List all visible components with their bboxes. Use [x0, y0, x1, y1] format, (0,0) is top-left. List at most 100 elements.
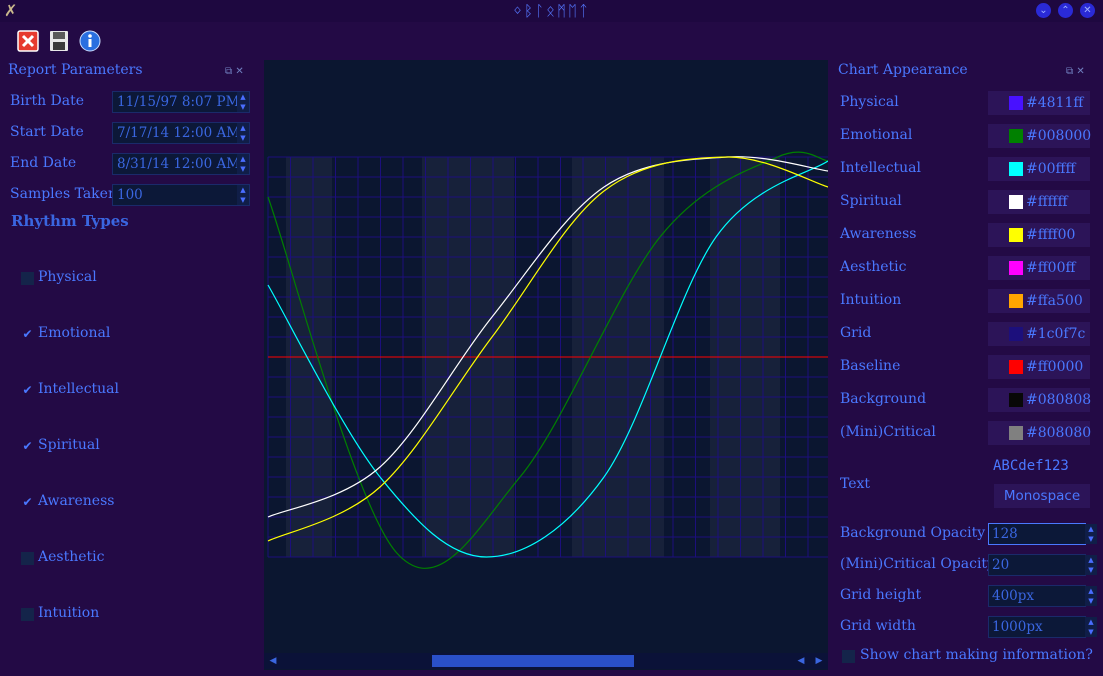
spin-arrows-icon[interactable]: ▲ ▼ — [237, 154, 249, 174]
end-date-value: 8/31/14 12:00 AM — [117, 156, 241, 172]
setting-spinbox[interactable]: 20 ▲ ▼ — [988, 554, 1097, 576]
dock-buttons[interactable]: ⧉ ✕ — [225, 66, 244, 77]
color-picker-button[interactable]: #1c0f7c — [988, 322, 1090, 346]
color-hex-value: #ffa500 — [1026, 293, 1083, 309]
setting-spinbox[interactable]: 400px ▲ ▼ — [988, 585, 1097, 607]
color-hex-value: #00ffff — [1026, 161, 1076, 177]
color-swatch — [1009, 360, 1023, 374]
text-sample: ABCdef123 — [993, 458, 1069, 474]
spin-arrows-icon[interactable]: ▲ ▼ — [237, 123, 249, 143]
close-window-button[interactable]: ✕ — [1080, 3, 1095, 18]
rhythm-label: Awareness — [38, 493, 115, 509]
color-picker-button[interactable]: #ffa500 — [988, 289, 1090, 313]
end-date-input[interactable]: 8/31/14 12:00 AM ▲ ▼ — [112, 153, 250, 175]
save-icon[interactable] — [48, 30, 70, 52]
color-picker-button[interactable]: #080808 — [988, 388, 1092, 412]
dock-buttons[interactable]: ⧉ ✕ — [1066, 66, 1085, 77]
biorhythm-chart[interactable] — [264, 60, 828, 670]
start-date-input[interactable]: 7/17/14 12:00 AM ▲ ▼ — [112, 122, 250, 144]
spin-arrows-icon[interactable]: ▲ ▼ — [1085, 555, 1097, 575]
start-date-label: Start Date — [10, 124, 84, 140]
color-label: Background — [840, 391, 927, 407]
setting-value: 128 — [992, 526, 1018, 542]
rhythm-types-heading: Rhythm Types — [11, 212, 129, 230]
scroll-right-icon[interactable]: ▶ — [812, 653, 826, 669]
setting-label: Grid width — [840, 618, 916, 634]
color-hex-value: #ff0000 — [1026, 359, 1084, 375]
close-red-icon[interactable] — [17, 30, 39, 52]
show-info-label: Show chart making information? — [860, 647, 1093, 663]
maximize-button[interactable]: ⌃ — [1058, 3, 1073, 18]
setting-spinbox[interactable]: 128 ▲ ▼ — [988, 523, 1097, 545]
spin-arrows-icon[interactable]: ▲ ▼ — [1085, 617, 1097, 637]
color-picker-button[interactable]: #ff0000 — [988, 355, 1090, 379]
window-title: ᛜᛒᛚᛟᛗᛖᛏ — [512, 2, 590, 20]
chart-canvas — [267, 151, 828, 569]
color-picker-button[interactable]: #808080 — [988, 421, 1092, 445]
setting-label: Background Opacity — [840, 525, 986, 541]
samples-taken-input[interactable]: 100 ▲ ▼ — [112, 184, 250, 206]
birth-date-label: Birth Date — [10, 93, 85, 109]
setting-value: 20 — [992, 557, 1010, 573]
color-label: Intuition — [840, 292, 902, 308]
scroll-left-icon[interactable]: ◀ — [266, 653, 280, 669]
rhythm-label: Intuition — [38, 605, 100, 621]
report-parameters-panel: Report Parameters ⧉ ✕ Birth Date 11/15/9… — [3, 60, 259, 676]
checkmark-icon[interactable]: ✔ — [21, 384, 34, 397]
color-hex-value: #ff00ff — [1026, 260, 1076, 276]
checkbox[interactable] — [21, 552, 34, 565]
color-picker-button[interactable]: #ffff00 — [988, 223, 1090, 247]
title-bar: ✗ ᛜᛒᛚᛟᛗᛖᛏ ⌄ ⌃ ✕ — [0, 0, 1103, 22]
birth-date-value: 11/15/97 8:07 PM — [117, 94, 240, 110]
setting-spinbox[interactable]: 1000px ▲ ▼ — [988, 616, 1097, 638]
setting-value: 1000px — [992, 619, 1043, 635]
color-hex-value: #080808 — [1026, 392, 1092, 408]
color-hex-value: #808080 — [1026, 425, 1092, 441]
checkmark-icon[interactable]: ✔ — [21, 440, 34, 453]
color-hex-value: #1c0f7c — [1026, 326, 1086, 342]
color-hex-value: #008000 — [1026, 128, 1092, 144]
color-swatch — [1009, 129, 1023, 143]
birth-date-input[interactable]: 11/15/97 8:07 PM ▲ ▼ — [112, 91, 250, 113]
color-label: Intellectual — [840, 160, 922, 176]
checkbox[interactable] — [21, 608, 34, 621]
color-picker-button[interactable]: #008000 — [988, 124, 1092, 148]
color-swatch — [1009, 228, 1023, 242]
checkbox[interactable] — [21, 272, 34, 285]
scroll-left-icon[interactable]: ◀ — [794, 653, 808, 669]
color-hex-value: #4811ff — [1026, 95, 1084, 111]
color-hex-value: #ffffff — [1026, 194, 1068, 210]
color-hex-value: #ffff00 — [1026, 227, 1076, 243]
horizontal-scrollbar[interactable]: ◀ ◀ ▶ — [264, 653, 828, 669]
color-picker-button[interactable]: #ffffff — [988, 190, 1090, 214]
rhythm-label: Physical — [38, 269, 97, 285]
setting-label: (Mini)Critical Opacity — [840, 556, 995, 572]
spin-arrows-icon[interactable]: ▲ ▼ — [237, 92, 249, 112]
rhythm-label: Emotional — [38, 325, 111, 341]
rhythm-label: Aesthetic — [38, 549, 105, 565]
checkmark-icon[interactable]: ✔ — [21, 496, 34, 509]
color-picker-button[interactable]: #4811ff — [988, 91, 1090, 115]
color-label: Aesthetic — [840, 259, 907, 275]
color-swatch — [1009, 426, 1023, 440]
end-date-label: End Date — [10, 155, 77, 171]
spin-arrows-icon[interactable]: ▲ ▼ — [1085, 586, 1097, 606]
color-label: (Mini)Critical — [840, 424, 936, 440]
spin-arrows-icon[interactable]: ▲ ▼ — [1085, 524, 1097, 544]
info-icon[interactable] — [79, 30, 101, 52]
color-swatch — [1009, 294, 1023, 308]
panel-title: Chart Appearance — [838, 62, 968, 78]
samples-taken-label: Samples Taken — [10, 186, 117, 202]
color-label: Baseline — [840, 358, 901, 374]
scroll-thumb[interactable] — [432, 655, 634, 667]
checkmark-icon[interactable]: ✔ — [21, 328, 34, 341]
font-button[interactable]: Monospace — [994, 484, 1090, 508]
color-picker-button[interactable]: #00ffff — [988, 157, 1090, 181]
color-picker-button[interactable]: #ff00ff — [988, 256, 1090, 280]
color-label: Emotional — [840, 127, 913, 143]
color-swatch — [1009, 261, 1023, 275]
spin-arrows-icon[interactable]: ▲ ▼ — [237, 185, 249, 205]
minimize-button[interactable]: ⌄ — [1036, 3, 1051, 18]
color-swatch — [1009, 393, 1023, 407]
checkbox[interactable] — [842, 650, 855, 663]
